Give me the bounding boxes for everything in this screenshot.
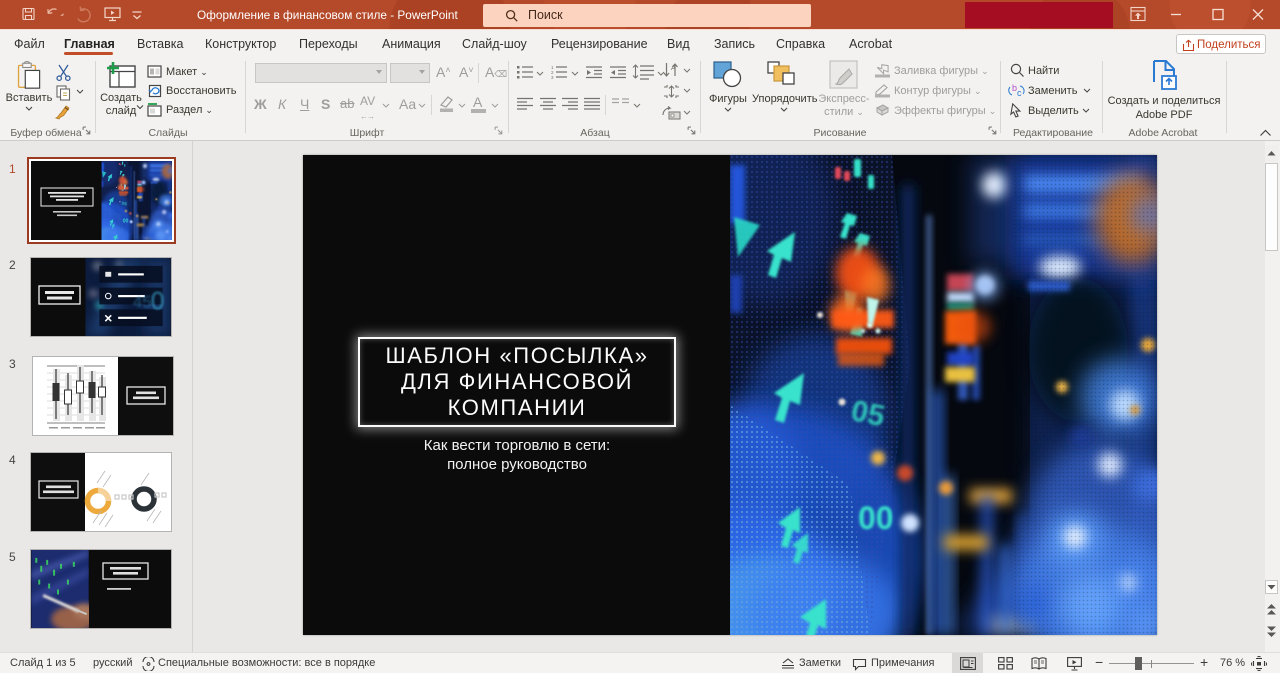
svg-text:c: c <box>1017 88 1022 98</box>
svg-text:A: A <box>671 65 676 72</box>
svg-text:3: 3 <box>551 75 554 79</box>
